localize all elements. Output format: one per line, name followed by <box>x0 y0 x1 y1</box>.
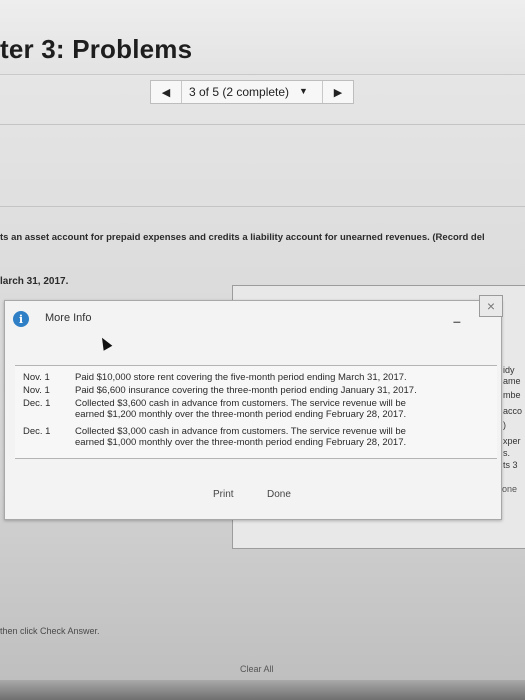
row-description: Collected $3,600 cash in advance from cu… <box>75 398 487 420</box>
background-side-text: ame <box>503 376 521 386</box>
minimize-button[interactable]: – <box>453 313 461 329</box>
dialog-actions: Print Done <box>5 487 501 509</box>
background-side-text: mbe <box>503 390 521 400</box>
screen: ter 3: Problems ◀ 3 of 5 (2 complete) ▼ … <box>0 0 525 700</box>
print-button[interactable]: Print <box>213 489 234 500</box>
row-date: Nov. 1 <box>23 372 50 383</box>
chevron-left-icon: ◀ <box>161 86 171 99</box>
close-button[interactable]: × <box>479 295 503 317</box>
background-side-text: ts 3 <box>503 460 518 470</box>
chapter-title: ter 3: Problems <box>0 34 193 64</box>
cursor-icon <box>97 335 113 351</box>
background-done-button[interactable]: one <box>502 484 517 494</box>
divider <box>0 124 525 125</box>
row-line: Paid $6,600 insurance covering the three… <box>75 385 417 396</box>
chevron-down-icon[interactable]: ▼ <box>299 86 308 96</box>
background-side-text: acco <box>503 406 523 416</box>
row-date: Dec. 1 <box>23 398 51 409</box>
background-side-text: idy <box>503 365 515 375</box>
close-icon: × <box>486 298 496 314</box>
row-date: Dec. 1 <box>23 426 51 437</box>
row-date: Nov. 1 <box>23 385 50 396</box>
row-line: Collected $3,600 cash in advance from cu… <box>75 398 406 409</box>
row-line: Collected $3,000 cash in advance from cu… <box>75 426 406 437</box>
row-line: Paid $10,000 store rent covering the fiv… <box>75 372 407 383</box>
done-button[interactable]: Done <box>267 489 291 500</box>
background-side-text: xper <box>503 436 521 446</box>
dialog-title: More Info <box>45 312 92 324</box>
row-line: earned $1,200 monthly over the three-mon… <box>75 409 407 420</box>
dialog-header: i More Info – × <box>5 295 503 335</box>
question-pager: ◀ 3 of 5 (2 complete) ▼ ▶ <box>150 80 354 104</box>
row-line: earned $1,000 monthly over the three-mon… <box>75 437 407 448</box>
row-description: Paid $10,000 store rent covering the fiv… <box>75 372 487 383</box>
next-question-button[interactable]: ▶ <box>322 81 353 103</box>
previous-question-button[interactable]: ◀ <box>151 81 182 103</box>
row-description: Collected $3,000 cash in advance from cu… <box>75 426 487 448</box>
transactions-table: Nov. 1 Paid $10,000 store rent covering … <box>15 365 497 459</box>
clear-all-button[interactable]: Clear All <box>240 664 274 674</box>
header-bar: ter 3: Problems <box>0 0 525 75</box>
divider <box>0 206 525 207</box>
footer-instruction: then click Check Answer. <box>0 626 100 636</box>
background-side-text: ) <box>503 420 506 430</box>
date-line: larch 31, 2017. <box>0 276 69 287</box>
bottom-shade <box>0 680 525 700</box>
more-info-dialog: i More Info – × Nov. 1 Paid $10,000 stor… <box>4 295 503 520</box>
row-description: Paid $6,600 insurance covering the three… <box>75 385 487 396</box>
info-icon: i <box>13 311 29 327</box>
chevron-right-icon: ▶ <box>333 86 343 99</box>
instructions-text: ts an asset account for prepaid expenses… <box>0 232 485 243</box>
pager-label[interactable]: 3 of 5 (2 complete) <box>189 85 289 99</box>
background-side-text: s. <box>503 448 511 458</box>
